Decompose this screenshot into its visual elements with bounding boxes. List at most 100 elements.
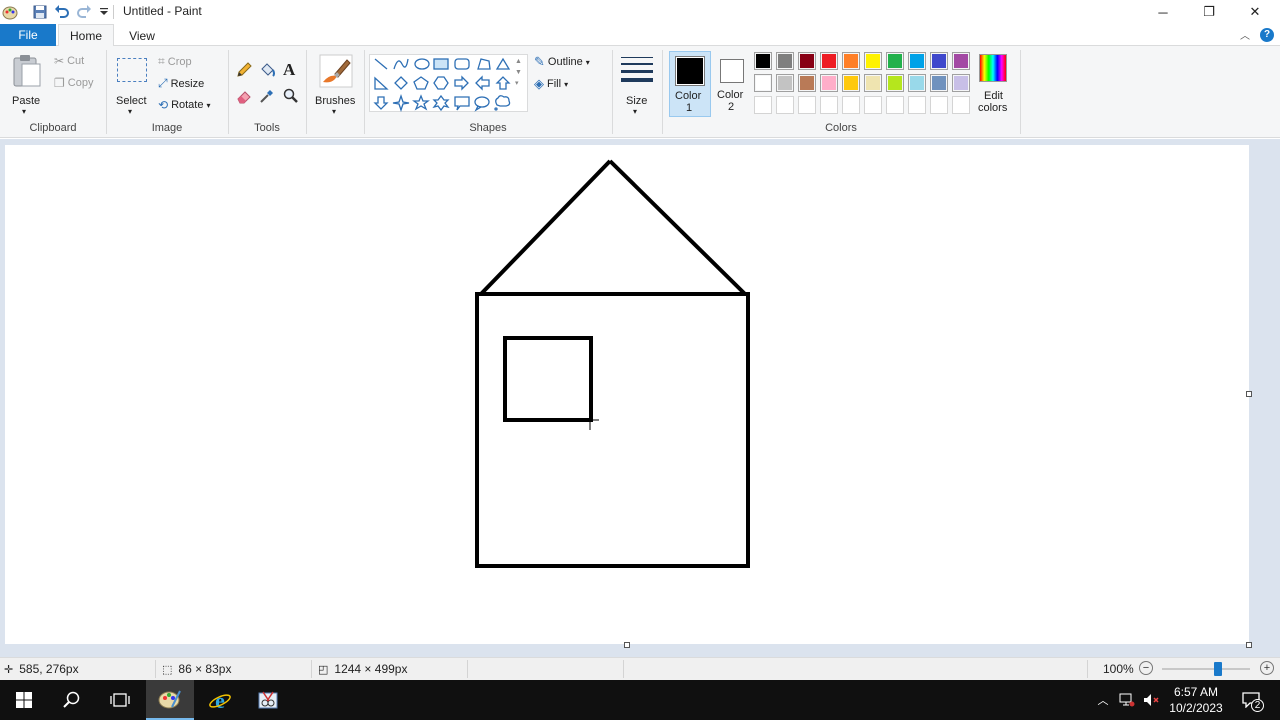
palette-swatch-empty[interactable] <box>776 96 794 114</box>
eraser-icon[interactable] <box>236 88 252 104</box>
text-tool-icon[interactable]: A <box>283 60 301 79</box>
palette-swatch[interactable] <box>886 52 904 70</box>
color-1-button[interactable]: Color 1 <box>669 51 711 117</box>
palette-swatch[interactable] <box>952 74 970 92</box>
zoom-in-button[interactable]: + <box>1260 661 1274 675</box>
palette-swatch[interactable] <box>820 52 838 70</box>
palette-swatch[interactable] <box>886 74 904 92</box>
search-button[interactable] <box>48 680 96 720</box>
drawing-canvas[interactable] <box>5 145 1249 644</box>
palette-swatch[interactable] <box>952 52 970 70</box>
size-dropdown-icon[interactable]: ▾ <box>633 107 637 116</box>
oval-shape-icon[interactable] <box>414 58 430 70</box>
zoom-slider[interactable] <box>1162 662 1250 676</box>
size-button[interactable]: Size ▾ <box>616 52 658 118</box>
edit-colors-button[interactable]: Edit colors <box>976 52 1012 118</box>
palette-swatch[interactable] <box>908 74 926 92</box>
palette-swatch[interactable] <box>754 52 772 70</box>
pentagon-shape-icon[interactable] <box>413 76 429 90</box>
pencil-icon[interactable] <box>236 62 252 78</box>
right-triangle-shape-icon[interactable] <box>374 76 389 90</box>
select-button[interactable]: Select ▾ <box>112 52 152 118</box>
copy-button[interactable]: ❐ Copy <box>54 76 93 90</box>
rectangle-shape-icon[interactable] <box>433 58 449 70</box>
resize-handle-right[interactable] <box>1246 391 1252 397</box>
tab-file[interactable]: File <box>0 24 56 46</box>
curve-shape-icon[interactable] <box>393 58 409 70</box>
palette-swatch[interactable] <box>820 74 838 92</box>
select-dropdown-icon[interactable]: ▾ <box>128 107 132 116</box>
color-2-button[interactable]: Color 2 <box>713 51 751 117</box>
outline-button[interactable]: ✎ Outline ▾ <box>534 54 590 70</box>
customize-quick-access-icon[interactable] <box>96 4 112 20</box>
help-icon[interactable]: ? <box>1260 27 1274 42</box>
six-point-star-shape-icon[interactable] <box>432 94 450 112</box>
system-clock[interactable]: 6:57 AM 10/2/2023 <box>1160 684 1232 716</box>
tab-view[interactable]: View <box>116 24 168 47</box>
palette-swatch-empty[interactable] <box>930 96 948 114</box>
task-view-button[interactable] <box>96 680 144 720</box>
up-arrow-shape-icon[interactable] <box>495 76 511 90</box>
taskbar-snipping-tool[interactable] <box>244 680 292 720</box>
volume-icon[interactable] <box>1140 680 1162 720</box>
minimize-button[interactable]: ─ <box>1140 0 1186 24</box>
zoom-out-button[interactable]: − <box>1139 661 1153 675</box>
resize-handle-bottom[interactable] <box>624 642 630 648</box>
palette-swatch[interactable] <box>798 52 816 70</box>
palette-swatch-empty[interactable] <box>798 96 816 114</box>
taskbar-paint-app[interactable] <box>146 680 194 720</box>
show-hidden-icons[interactable]: ︿ <box>1094 680 1112 720</box>
brushes-dropdown-icon[interactable]: ▾ <box>332 107 336 116</box>
palette-swatch[interactable] <box>776 52 794 70</box>
palette-swatch-empty[interactable] <box>864 96 882 114</box>
rounded-rectangle-shape-icon[interactable] <box>454 58 470 70</box>
cut-button[interactable]: ✂ Cut <box>54 54 84 68</box>
paste-dropdown-icon[interactable]: ▾ <box>22 107 26 116</box>
down-arrow-shape-icon[interactable] <box>373 96 389 110</box>
right-arrow-shape-icon[interactable] <box>454 75 469 91</box>
palette-swatch-empty[interactable] <box>908 96 926 114</box>
palette-swatch[interactable] <box>842 74 860 92</box>
color-picker-icon[interactable] <box>259 88 275 104</box>
palette-swatch[interactable] <box>930 52 948 70</box>
tab-home[interactable]: Home <box>58 24 114 47</box>
palette-swatch-empty[interactable] <box>886 96 904 114</box>
paint-app-icon[interactable] <box>2 4 18 20</box>
maximize-button[interactable]: ❐ <box>1186 0 1232 24</box>
oval-callout-shape-icon[interactable] <box>474 96 490 112</box>
fill-button[interactable]: ◈ Fill ▾ <box>534 76 568 92</box>
collapse-ribbon-icon[interactable]: ︿ <box>1240 27 1250 42</box>
action-center-button[interactable]: 2 <box>1234 680 1268 720</box>
resize-handle-corner[interactable] <box>1246 642 1252 648</box>
taskbar-internet-explorer[interactable]: e <box>196 680 244 720</box>
palette-swatch-empty[interactable] <box>842 96 860 114</box>
palette-swatch[interactable] <box>754 74 772 92</box>
close-button[interactable]: ✕ <box>1232 0 1278 24</box>
palette-swatch[interactable] <box>864 52 882 70</box>
hexagon-shape-icon[interactable] <box>433 76 449 90</box>
magnifier-icon[interactable] <box>283 88 299 104</box>
rotate-button[interactable]: ⟲ Rotate ▾ <box>158 98 211 112</box>
palette-swatch[interactable] <box>842 52 860 70</box>
palette-swatch[interactable] <box>864 74 882 92</box>
palette-swatch[interactable] <box>930 74 948 92</box>
diamond-shape-icon[interactable] <box>394 76 408 90</box>
four-point-star-shape-icon[interactable] <box>392 93 410 112</box>
polygon-shape-icon[interactable] <box>477 58 491 70</box>
network-icon[interactable] <box>1116 680 1138 720</box>
palette-swatch[interactable] <box>776 74 794 92</box>
cloud-callout-shape-icon[interactable] <box>494 95 511 111</box>
start-button[interactable] <box>0 680 48 720</box>
palette-swatch[interactable] <box>798 74 816 92</box>
left-arrow-shape-icon[interactable] <box>475 75 490 91</box>
zoom-slider-thumb[interactable] <box>1214 662 1222 676</box>
redo-icon[interactable] <box>76 4 92 20</box>
triangle-shape-icon[interactable] <box>495 57 511 70</box>
fill-bucket-icon[interactable] <box>259 62 275 78</box>
brushes-button[interactable]: Brushes ▾ <box>312 52 360 118</box>
palette-swatch-empty[interactable] <box>820 96 838 114</box>
resize-button[interactable]: ⤢ Resize <box>158 76 204 91</box>
palette-swatch-empty[interactable] <box>754 96 772 114</box>
five-point-star-shape-icon[interactable] <box>412 94 430 111</box>
palette-swatch-empty[interactable] <box>952 96 970 114</box>
